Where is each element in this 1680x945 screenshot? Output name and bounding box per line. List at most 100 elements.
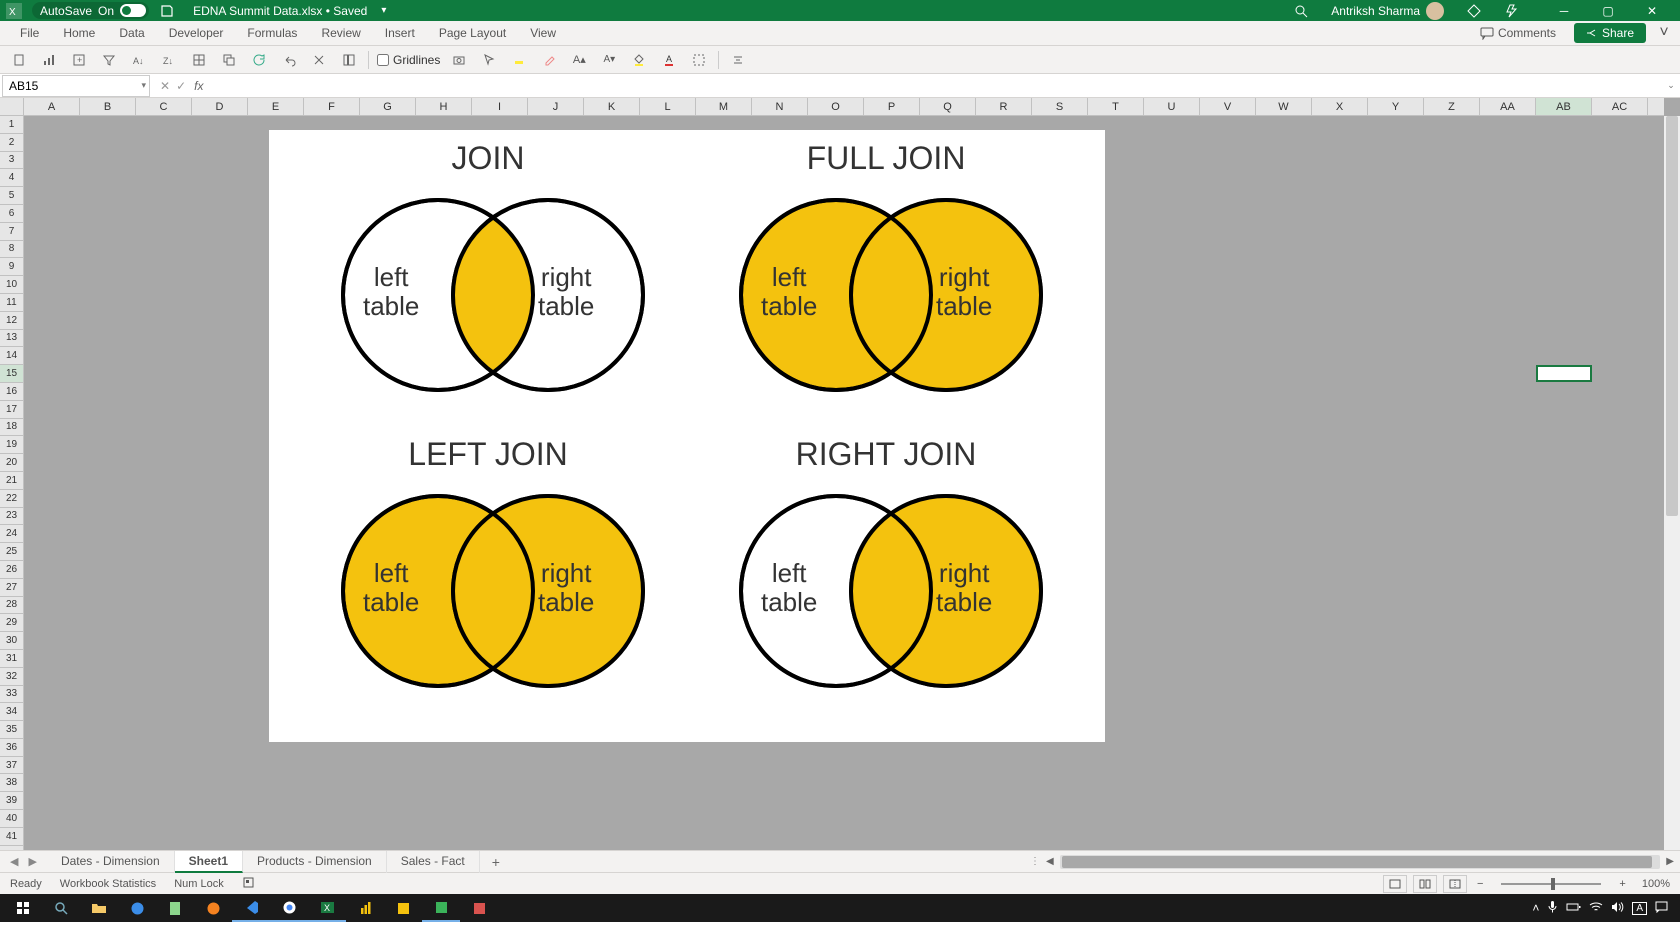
row-header[interactable]: 3 bbox=[0, 152, 23, 170]
view-page-layout-button[interactable] bbox=[1413, 875, 1437, 893]
row-header[interactable]: 27 bbox=[0, 579, 23, 597]
formula-input[interactable] bbox=[209, 76, 1662, 96]
row-header[interactable]: 2 bbox=[0, 134, 23, 152]
clear-icon[interactable] bbox=[308, 49, 330, 71]
row-header[interactable]: 13 bbox=[0, 330, 23, 348]
comments-button[interactable]: Comments bbox=[1472, 24, 1564, 42]
row-header[interactable]: 23 bbox=[0, 508, 23, 526]
tray-volume-icon[interactable] bbox=[1611, 901, 1624, 916]
task-app6-icon[interactable] bbox=[422, 894, 460, 922]
ribbon-tab-view[interactable]: View bbox=[518, 21, 568, 46]
sort-asc-icon[interactable]: A↓ bbox=[128, 49, 150, 71]
formula-expand-icon[interactable]: ⌄ bbox=[1662, 80, 1680, 91]
col-header[interactable]: P bbox=[864, 98, 920, 115]
tray-wifi-icon[interactable] bbox=[1589, 901, 1603, 915]
sheet-tab[interactable]: Sheet1 bbox=[175, 851, 243, 873]
col-header[interactable]: K bbox=[584, 98, 640, 115]
col-header[interactable]: S bbox=[1032, 98, 1088, 115]
row-header[interactable]: 41 bbox=[0, 828, 23, 846]
ribbon-tab-home[interactable]: Home bbox=[51, 21, 107, 46]
borders-icon[interactable] bbox=[688, 49, 710, 71]
close-button[interactable]: ✕ bbox=[1630, 0, 1674, 21]
sheet-tab-nav[interactable]: ◀▶ bbox=[0, 855, 47, 868]
row-header[interactable]: 37 bbox=[0, 757, 23, 775]
task-app5-icon[interactable] bbox=[384, 894, 422, 922]
row-header[interactable]: 31 bbox=[0, 650, 23, 668]
row-header[interactable]: 10 bbox=[0, 276, 23, 294]
task-notepad-icon[interactable] bbox=[156, 894, 194, 922]
font-inc-icon[interactable]: A▴ bbox=[568, 49, 590, 71]
fill-color-icon[interactable] bbox=[628, 49, 650, 71]
search-icon[interactable] bbox=[1293, 3, 1309, 19]
col-header[interactable]: H bbox=[416, 98, 472, 115]
cancel-icon[interactable]: ✕ bbox=[160, 79, 170, 93]
font-color-icon[interactable]: A bbox=[658, 49, 680, 71]
macro-record-icon[interactable] bbox=[242, 876, 255, 892]
col-header[interactable]: U bbox=[1144, 98, 1200, 115]
col-header[interactable]: G bbox=[360, 98, 416, 115]
row-header[interactable]: 22 bbox=[0, 490, 23, 508]
zoom-in-button[interactable]: + bbox=[1615, 878, 1629, 890]
tray-notifications-icon[interactable] bbox=[1655, 901, 1668, 916]
share-button[interactable]: Share bbox=[1574, 23, 1646, 43]
tray-battery-icon[interactable] bbox=[1566, 901, 1581, 915]
hscroll-left-icon[interactable]: ◀ bbox=[1046, 856, 1054, 867]
horizontal-scrollbar[interactable] bbox=[1060, 855, 1661, 869]
col-header[interactable]: D bbox=[192, 98, 248, 115]
vertical-scrollbar[interactable] bbox=[1664, 116, 1680, 850]
font-dec-icon[interactable]: A▾ bbox=[598, 49, 620, 71]
paste-icon[interactable] bbox=[8, 49, 30, 71]
row-header[interactable]: 24 bbox=[0, 525, 23, 543]
col-header[interactable]: Y bbox=[1368, 98, 1424, 115]
center-icon[interactable] bbox=[727, 49, 749, 71]
task-firefox-icon[interactable] bbox=[194, 894, 232, 922]
task-explorer-icon[interactable] bbox=[80, 894, 118, 922]
save-icon[interactable] bbox=[159, 3, 175, 19]
refresh-icon[interactable] bbox=[248, 49, 270, 71]
task-vscode-icon[interactable] bbox=[232, 894, 270, 922]
autosave-toggle[interactable]: AutoSave On bbox=[32, 2, 149, 19]
task-search-icon[interactable] bbox=[42, 894, 80, 922]
col-header[interactable]: O bbox=[808, 98, 864, 115]
task-chrome-icon[interactable] bbox=[270, 894, 308, 922]
col-header[interactable]: N bbox=[752, 98, 808, 115]
row-header[interactable]: 32 bbox=[0, 668, 23, 686]
accept-icon[interactable]: ✓ bbox=[176, 79, 186, 93]
view-page-break-button[interactable] bbox=[1443, 875, 1467, 893]
col-header[interactable]: C bbox=[136, 98, 192, 115]
row-header[interactable]: 39 bbox=[0, 792, 23, 810]
row-header[interactable]: 28 bbox=[0, 597, 23, 615]
row-header[interactable]: 25 bbox=[0, 543, 23, 561]
ribbon-tab-file[interactable]: File bbox=[8, 21, 51, 46]
row-header[interactable]: 11 bbox=[0, 294, 23, 312]
row-header[interactable]: 33 bbox=[0, 686, 23, 704]
zoom-slider[interactable] bbox=[1501, 883, 1601, 885]
col-header[interactable]: A bbox=[24, 98, 80, 115]
ribbon-tab-data[interactable]: Data bbox=[107, 21, 156, 46]
grid-body[interactable]: JOIN lefttable righttable FULL JOIN left… bbox=[24, 116, 1664, 850]
cursor-icon[interactable] bbox=[478, 49, 500, 71]
row-header[interactable]: 38 bbox=[0, 774, 23, 792]
row-header[interactable]: 35 bbox=[0, 721, 23, 739]
status-workbook-stats[interactable]: Workbook Statistics bbox=[60, 878, 156, 890]
row-header[interactable]: 9 bbox=[0, 258, 23, 276]
row-header[interactable]: 5 bbox=[0, 187, 23, 205]
row-header[interactable]: 14 bbox=[0, 347, 23, 365]
col-header[interactable]: V bbox=[1200, 98, 1256, 115]
col-header[interactable]: X bbox=[1312, 98, 1368, 115]
row-header[interactable]: 4 bbox=[0, 169, 23, 187]
row-header[interactable]: 30 bbox=[0, 632, 23, 650]
highlight-icon[interactable] bbox=[508, 49, 530, 71]
sheet-tab[interactable]: Sales - Fact bbox=[387, 851, 480, 873]
col-header[interactable]: M bbox=[696, 98, 752, 115]
tray-lang-icon[interactable]: A bbox=[1632, 902, 1647, 915]
col-header[interactable]: Q bbox=[920, 98, 976, 115]
tray-chevron-icon[interactable]: ˄ bbox=[1532, 901, 1539, 915]
row-header[interactable]: 12 bbox=[0, 312, 23, 330]
row-header[interactable]: 18 bbox=[0, 419, 23, 437]
gridlines-checkbox[interactable]: Gridlines bbox=[377, 53, 440, 67]
add-sheet-button[interactable]: + bbox=[480, 854, 512, 870]
task-powerbi-icon[interactable] bbox=[346, 894, 384, 922]
new-icon[interactable]: + bbox=[68, 49, 90, 71]
eraser-icon[interactable] bbox=[538, 49, 560, 71]
